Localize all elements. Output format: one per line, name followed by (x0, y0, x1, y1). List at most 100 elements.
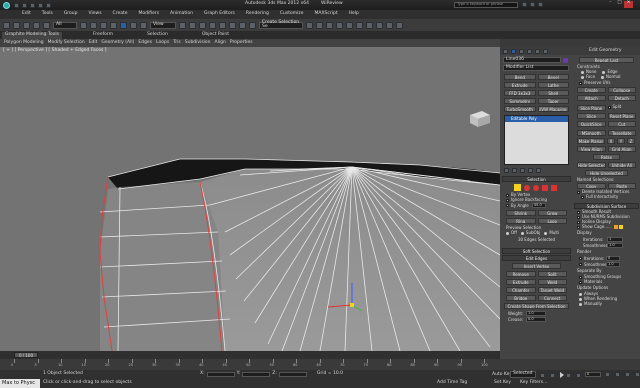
preview-subobj-radio[interactable] (520, 231, 524, 235)
ribbon-tris[interactable]: Tris (173, 40, 181, 46)
loop-button[interactable]: Loop (537, 218, 567, 224)
track-bar[interactable]: 0 5 10 15 20 25 30 35 40 45 50 55 60 65 70 75 80 85 90 95 10… (0, 359, 500, 370)
smoothing-groups-checkbox[interactable] (579, 275, 582, 279)
open-file-icon[interactable] (22, 2, 27, 8)
undo-icon[interactable] (3, 21, 10, 29)
window-crossing-icon[interactable] (110, 21, 117, 29)
create-tab-icon[interactable] (503, 48, 508, 54)
menu-edit[interactable]: Edit (22, 12, 31, 17)
prev-frame-icon[interactable] (550, 372, 555, 378)
attach-button[interactable]: Attach (577, 95, 606, 101)
percent-snap-icon[interactable] (229, 21, 236, 29)
polygon-mode-icon[interactable] (542, 184, 548, 191)
preview-off-radio[interactable] (506, 231, 509, 235)
help-icon[interactable] (538, 2, 543, 7)
render-iterations-checkbox[interactable] (579, 257, 582, 260)
next-frame-icon[interactable] (566, 372, 571, 378)
ref-coord-dropdown[interactable]: View (150, 21, 176, 29)
perspective-viewport[interactable]: [ + ] [ Perspective ] [ Shaded + Edged F… (0, 47, 500, 351)
selection-rollout-header[interactable]: Selection (502, 176, 571, 182)
hide-selected-button[interactable]: Hide Selected (577, 162, 606, 168)
pan-icon[interactable] (625, 372, 630, 377)
render-setup-icon[interactable] (376, 21, 383, 29)
collapse-button[interactable]: Collapse (607, 87, 636, 93)
selection-filter-dropdown[interactable]: All (53, 21, 77, 29)
show-cage-checkbox[interactable] (577, 225, 580, 229)
cut-button[interactable]: Cut (607, 121, 636, 127)
weld-button[interactable]: Weld (537, 279, 567, 285)
angle-snap-icon[interactable] (219, 21, 226, 29)
cage-selected-swatch[interactable] (618, 225, 623, 229)
tessellate-button[interactable]: Tessellate (607, 130, 636, 136)
key-mode-dropdown[interactable]: Selected (510, 371, 536, 378)
constraint-face-radio[interactable] (581, 75, 584, 79)
ribbon-edges[interactable]: Edges (138, 40, 152, 46)
materials-checkbox[interactable] (579, 280, 582, 284)
split-checkbox[interactable] (607, 105, 611, 109)
app-logo-icon[interactable] (3, 1, 10, 9)
menu-maxscript[interactable]: MAXScript (315, 12, 338, 17)
close-button[interactable]: × (624, 0, 633, 8)
menu-group[interactable]: Group (64, 12, 78, 17)
ribbon-edit[interactable]: Edit (89, 40, 98, 46)
render-smoothness-spinner[interactable]: 1.0 (606, 262, 620, 267)
select-scale-icon[interactable] (140, 21, 147, 29)
current-frame-field[interactable]: 0 (585, 372, 601, 377)
detach-button[interactable]: Detach (607, 95, 636, 101)
star-icon[interactable] (530, 2, 535, 7)
shrink-button[interactable]: Shrink (506, 210, 536, 216)
select-by-name-icon[interactable] (90, 21, 97, 29)
time-slider[interactable]: 0 / 100 (0, 351, 500, 359)
menu-graph-editors[interactable]: Graph Editors (204, 12, 235, 17)
render-teapot-icon[interactable] (396, 21, 403, 29)
edit-geometry-header[interactable]: Edit Geometry (589, 48, 622, 54)
make-planar-button[interactable]: Make Planar (577, 138, 605, 144)
extrude-button[interactable]: Extrude (504, 82, 536, 88)
menu-rendering[interactable]: Rendering (246, 12, 269, 17)
modify-tab-icon[interactable] (511, 48, 516, 54)
bend-button[interactable]: Bend (504, 74, 536, 80)
y-coord-field[interactable] (242, 372, 271, 377)
use-nurms-checkbox[interactable] (577, 215, 580, 219)
ignore-backfacing-checkbox[interactable] (506, 198, 509, 202)
object-name-field[interactable]: Line036 (503, 57, 561, 63)
cage-color-swatch[interactable] (613, 225, 618, 229)
bridge-button[interactable]: Bridge (506, 295, 536, 301)
display-tab-icon[interactable] (535, 48, 540, 54)
graphite-toggle-icon[interactable] (336, 21, 343, 29)
redo-icon[interactable] (13, 21, 20, 29)
preserve-uvs-checkbox[interactable] (579, 81, 582, 85)
tab-graphite-modeling[interactable]: Graphite Modeling Tools (2, 32, 63, 39)
chamfer-button[interactable]: Chamfer (506, 287, 536, 293)
new-file-icon[interactable] (14, 2, 19, 8)
z-coord-field[interactable] (278, 372, 307, 377)
msmooth-button[interactable]: MSmooth (577, 130, 606, 136)
viewport-label[interactable]: [ + ] [ Perspective ] [ Shaded + Edged F… (3, 48, 107, 54)
bind-space-warp-icon[interactable] (43, 21, 50, 29)
turbosmooth-button[interactable]: TurboSmooth (504, 106, 536, 112)
iterations-spinner[interactable]: 1 (607, 237, 623, 242)
grid-align-button[interactable]: Grid Align (607, 146, 636, 152)
select-manipulate-icon[interactable] (189, 21, 196, 29)
key-filters-button[interactable]: Key Filters... (520, 380, 547, 386)
border-mode-icon[interactable] (533, 184, 539, 191)
mirror-icon[interactable] (306, 21, 313, 29)
relax-button[interactable]: Relax (593, 154, 620, 160)
zoom-all-icon[interactable] (615, 372, 620, 377)
soft-selection-rollout-header[interactable]: Soft Selection (502, 248, 571, 254)
edit-edges-rollout-header[interactable]: Edit Edges (502, 255, 571, 261)
planar-y-button[interactable]: Y (617, 138, 625, 144)
connect-button[interactable]: Connect (537, 295, 567, 301)
configure-sets-icon[interactable] (536, 167, 541, 173)
split-button[interactable]: Split (537, 271, 567, 277)
render-iterations-spinner[interactable]: 0 (606, 256, 620, 261)
full-interactivity-checkbox[interactable] (581, 195, 584, 199)
menu-views[interactable]: Views (89, 12, 102, 17)
edge-mode-icon[interactable] (524, 184, 530, 191)
material-editor-icon[interactable] (366, 21, 373, 29)
show-end-result-icon[interactable] (512, 167, 517, 173)
extrude-edge-button[interactable]: Extrude (506, 279, 536, 285)
ribbon-properties[interactable]: Properties (230, 40, 253, 46)
update-when-rendering-radio[interactable] (579, 297, 582, 301)
orbit-icon[interactable] (635, 372, 640, 377)
